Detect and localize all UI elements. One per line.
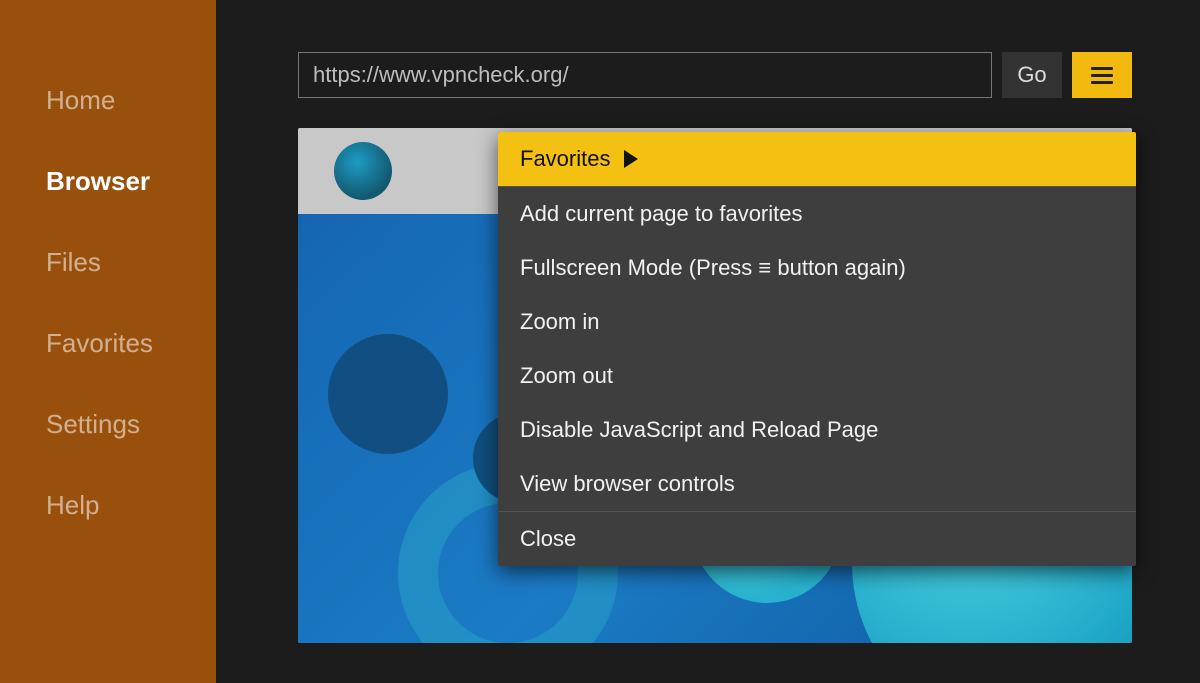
menu-item-zoom-out[interactable]: Zoom out: [498, 349, 1136, 403]
menu-item-label: Fullscreen Mode (Press ≡ button again): [520, 255, 906, 281]
menu-item-label: Zoom out: [520, 363, 613, 389]
sidebar-item-browser[interactable]: Browser: [0, 141, 216, 222]
submenu-arrow-icon: [624, 150, 638, 168]
sidebar-item-settings[interactable]: Settings: [0, 384, 216, 465]
menu-item-view-controls[interactable]: View browser controls: [498, 457, 1136, 511]
menu-item-disable-js[interactable]: Disable JavaScript and Reload Page: [498, 403, 1136, 457]
go-button[interactable]: Go: [1002, 52, 1062, 98]
sidebar: Home Browser Files Favorites Settings He…: [0, 0, 216, 683]
menu-item-favorites[interactable]: Favorites: [498, 132, 1136, 186]
menu-item-label: Favorites: [520, 146, 610, 172]
hamburger-icon: [1091, 74, 1113, 77]
menu-item-label: Disable JavaScript and Reload Page: [520, 417, 878, 443]
url-input[interactable]: [298, 52, 992, 98]
browser-context-menu: Favorites Add current page to favorites …: [498, 132, 1136, 566]
menu-item-add-favorite[interactable]: Add current page to favorites: [498, 187, 1136, 241]
decorative-circle: [328, 334, 448, 454]
menu-item-fullscreen[interactable]: Fullscreen Mode (Press ≡ button again): [498, 241, 1136, 295]
menu-item-label: Add current page to favorites: [520, 201, 803, 227]
browser-menu-button[interactable]: [1072, 52, 1132, 98]
site-logo: [334, 142, 392, 200]
menu-item-label: View browser controls: [520, 471, 735, 497]
sidebar-item-home[interactable]: Home: [0, 60, 216, 141]
menu-item-label: Close: [520, 526, 576, 552]
main-area: Go Favorites: [216, 0, 1200, 683]
menu-item-label: Zoom in: [520, 309, 599, 335]
sidebar-item-files[interactable]: Files: [0, 222, 216, 303]
menu-item-close[interactable]: Close: [498, 512, 1136, 566]
menu-item-zoom-in[interactable]: Zoom in: [498, 295, 1136, 349]
sidebar-item-favorites[interactable]: Favorites: [0, 303, 216, 384]
sidebar-item-help[interactable]: Help: [0, 465, 216, 546]
address-bar-row: Go: [298, 52, 1132, 98]
